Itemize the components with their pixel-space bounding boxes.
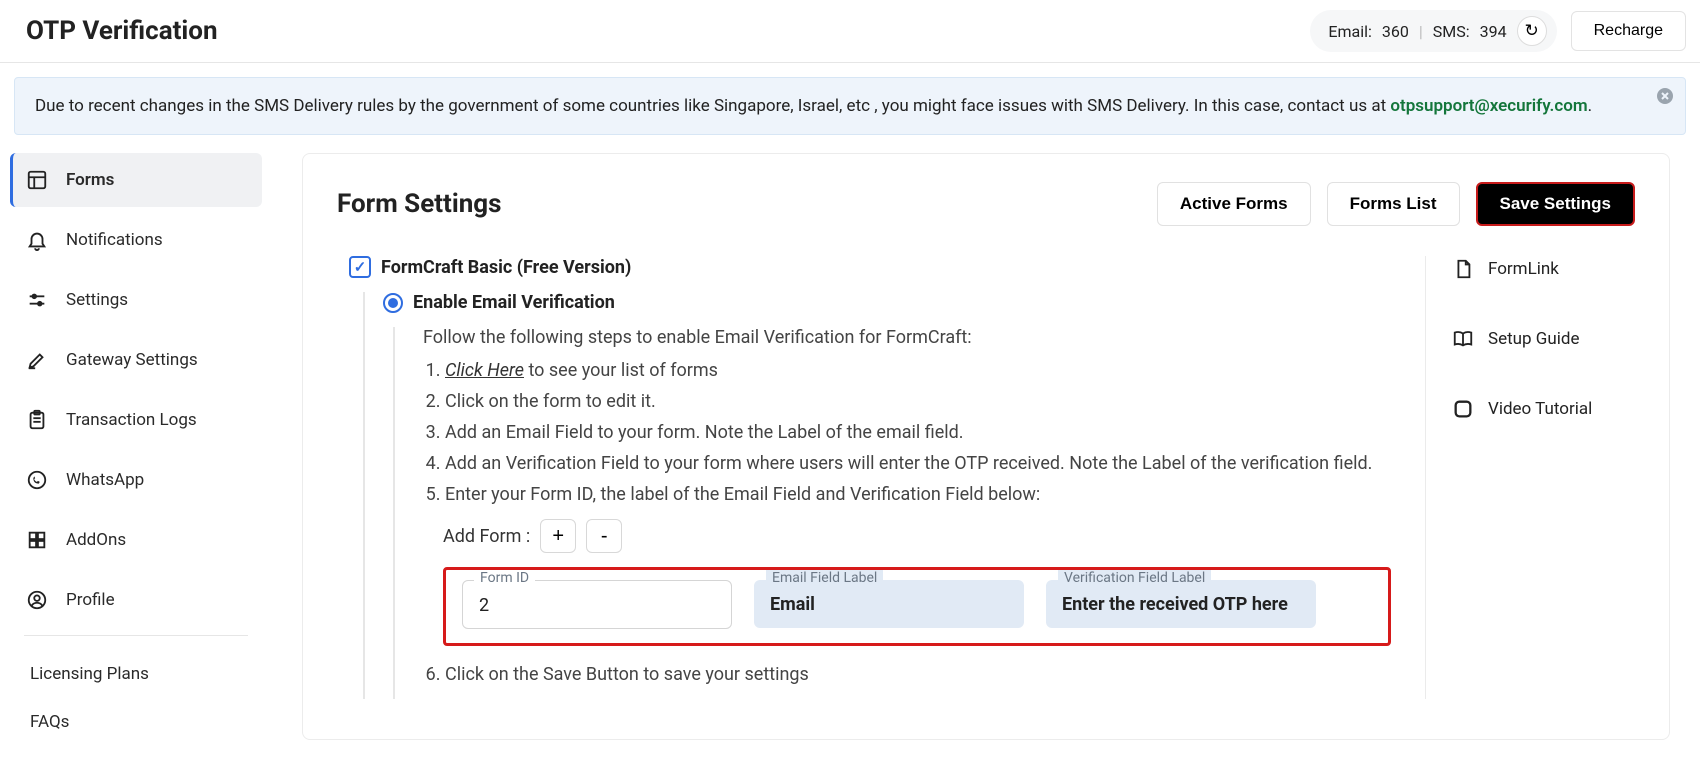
form-settings-card: Form Settings Active Forms Forms List Sa… xyxy=(302,153,1670,740)
sidebar-item-label: Forms xyxy=(66,170,114,190)
sidebar-item-label: Gateway Settings xyxy=(66,350,198,370)
sidebar-item-label: Settings xyxy=(66,290,128,310)
enable-email-radio[interactable]: Enable Email Verification xyxy=(383,292,1391,313)
quota-sms-value: 394 xyxy=(1480,22,1507,41)
step-5: Enter your Form ID, the label of the Ema… xyxy=(445,484,1391,505)
sidebar-item-faqs[interactable]: FAQs xyxy=(10,698,262,746)
notice-text-b: . xyxy=(1588,96,1592,116)
sidebar-item-label: Notifications xyxy=(66,230,163,250)
step-6: Click on the Save Button to save your se… xyxy=(445,664,1391,685)
forms-icon xyxy=(24,167,50,193)
sidebar-item-licensing-plans[interactable]: Licensing Plans xyxy=(10,650,262,698)
sidebar-item-addons[interactable]: AddOns xyxy=(10,513,262,567)
card-header: Form Settings Active Forms Forms List Sa… xyxy=(337,182,1635,226)
pen-icon xyxy=(24,347,50,373)
video-tutorial-link[interactable]: Video Tutorial xyxy=(1450,396,1635,422)
form-id-field: Form ID 2 xyxy=(462,580,732,629)
main: Form Settings Active Forms Forms List Sa… xyxy=(272,153,1700,770)
close-icon[interactable] xyxy=(1657,88,1673,109)
whatsapp-icon xyxy=(24,467,50,493)
quota-pill: Email: 360 | SMS: 394 ↻ xyxy=(1310,10,1556,52)
card-actions: Active Forms Forms List Save Settings xyxy=(1157,182,1635,226)
sidebar-item-notifications[interactable]: Notifications xyxy=(10,213,262,267)
sidebar-item-profile[interactable]: Profile xyxy=(10,573,262,627)
step-1-rest: to see your list of forms xyxy=(524,360,718,381)
verification-field: Verification Field Label Enter the recei… xyxy=(1046,580,1316,629)
setup-guide-label: Setup Guide xyxy=(1488,329,1580,349)
notice-text-a: Due to recent changes in the SMS Deliver… xyxy=(35,96,1390,116)
step-4: Add an Verification Field to your form w… xyxy=(445,453,1391,474)
left-column: ✓ FormCraft Basic (Free Version) Enable … xyxy=(337,256,1391,699)
add-form-minus-button[interactable]: - xyxy=(586,519,622,553)
setup-guide-link[interactable]: Setup Guide xyxy=(1450,326,1635,352)
active-forms-button[interactable]: Active Forms xyxy=(1157,182,1311,226)
steps-list-cont: Click on the Save Button to save your se… xyxy=(423,664,1391,685)
sidebar-item-settings[interactable]: Settings xyxy=(10,273,262,327)
body: Forms Notifications Settings Gateway Set… xyxy=(0,153,1700,770)
sliders-icon xyxy=(24,287,50,313)
sidebar-item-label: WhatsApp xyxy=(66,470,144,490)
integration-checkbox-row[interactable]: ✓ FormCraft Basic (Free Version) xyxy=(349,256,1391,278)
add-form-plus-button[interactable]: + xyxy=(540,519,576,553)
quota-email-label: Email: xyxy=(1328,22,1371,41)
form-id-label: Form ID xyxy=(474,570,535,586)
bell-icon xyxy=(24,227,50,253)
sidebar-item-label: Transaction Logs xyxy=(66,410,197,430)
recharge-button[interactable]: Recharge xyxy=(1571,11,1686,51)
main-columns: ✓ FormCraft Basic (Free Version) Enable … xyxy=(337,256,1635,699)
step-1: Click Here to see your list of forms xyxy=(445,360,1391,381)
clipboard-icon xyxy=(24,407,50,433)
fields-box: Form ID 2 Email Field Label Email Verifi… xyxy=(443,567,1391,646)
radio-selected-icon[interactable] xyxy=(383,293,403,313)
verification-field-label: Verification Field Label xyxy=(1058,570,1211,586)
checkbox-label: FormCraft Basic (Free Version) xyxy=(381,257,631,278)
step-2: Click on the form to edit it. xyxy=(445,391,1391,412)
video-tutorial-label: Video Tutorial xyxy=(1488,399,1592,419)
formlink-link[interactable]: FormLink xyxy=(1450,256,1635,282)
profile-icon xyxy=(24,587,50,613)
header-right: Email: 360 | SMS: 394 ↻ Recharge xyxy=(1310,10,1686,52)
email-field-input[interactable]: Email xyxy=(754,580,1024,628)
notice-contact-link[interactable]: otpsupport@xecurify.com xyxy=(1390,96,1587,116)
forms-list-button[interactable]: Forms List xyxy=(1327,182,1460,226)
verification-field-input[interactable]: Enter the received OTP here xyxy=(1046,580,1316,628)
sidebar-item-gateway-settings[interactable]: Gateway Settings xyxy=(10,333,262,387)
sidebar: Forms Notifications Settings Gateway Set… xyxy=(0,153,272,770)
book-icon xyxy=(1450,326,1476,352)
form-id-input[interactable]: 2 xyxy=(462,580,732,629)
grid-icon xyxy=(24,527,50,553)
right-column: FormLink Setup Guide Video Tutorial xyxy=(1425,256,1635,699)
radio-label: Enable Email Verification xyxy=(413,292,615,313)
email-field-label: Email Field Label xyxy=(766,570,883,586)
steps-block: Follow the following steps to enable Ema… xyxy=(393,327,1391,699)
checkbox-checked-icon[interactable]: ✓ xyxy=(349,256,371,278)
page-title: OTP Verification xyxy=(26,16,218,46)
sidebar-item-forms[interactable]: Forms xyxy=(10,153,262,207)
radio-block: Enable Email Verification Follow the fol… xyxy=(363,292,1391,699)
quota-email-value: 360 xyxy=(1382,22,1409,41)
separator: | xyxy=(1419,22,1423,41)
sidebar-item-label: Profile xyxy=(66,590,115,610)
add-form-row: Add Form : + - xyxy=(443,519,1391,553)
email-field: Email Field Label Email xyxy=(754,580,1024,629)
save-settings-button[interactable]: Save Settings xyxy=(1476,182,1636,226)
quota-sms-label: SMS: xyxy=(1433,22,1470,41)
steps-list: Click Here to see your list of forms Cli… xyxy=(423,360,1391,505)
sidebar-item-transaction-logs[interactable]: Transaction Logs xyxy=(10,393,262,447)
divider xyxy=(24,635,248,636)
add-form-label: Add Form : xyxy=(443,526,530,547)
step-3: Add an Email Field to your form. Note th… xyxy=(445,422,1391,443)
document-icon xyxy=(1450,256,1476,282)
card-title: Form Settings xyxy=(337,189,502,219)
click-here-link[interactable]: Click Here xyxy=(445,360,524,381)
sidebar-item-whatsapp[interactable]: WhatsApp xyxy=(10,453,262,507)
sidebar-item-label: AddOns xyxy=(66,530,126,550)
refresh-icon[interactable]: ↻ xyxy=(1517,16,1547,46)
formlink-label: FormLink xyxy=(1488,259,1559,279)
notice-banner: Due to recent changes in the SMS Deliver… xyxy=(14,77,1686,135)
header: OTP Verification Email: 360 | SMS: 394 ↻… xyxy=(0,0,1700,63)
video-icon xyxy=(1450,396,1476,422)
steps-intro: Follow the following steps to enable Ema… xyxy=(423,327,1391,348)
